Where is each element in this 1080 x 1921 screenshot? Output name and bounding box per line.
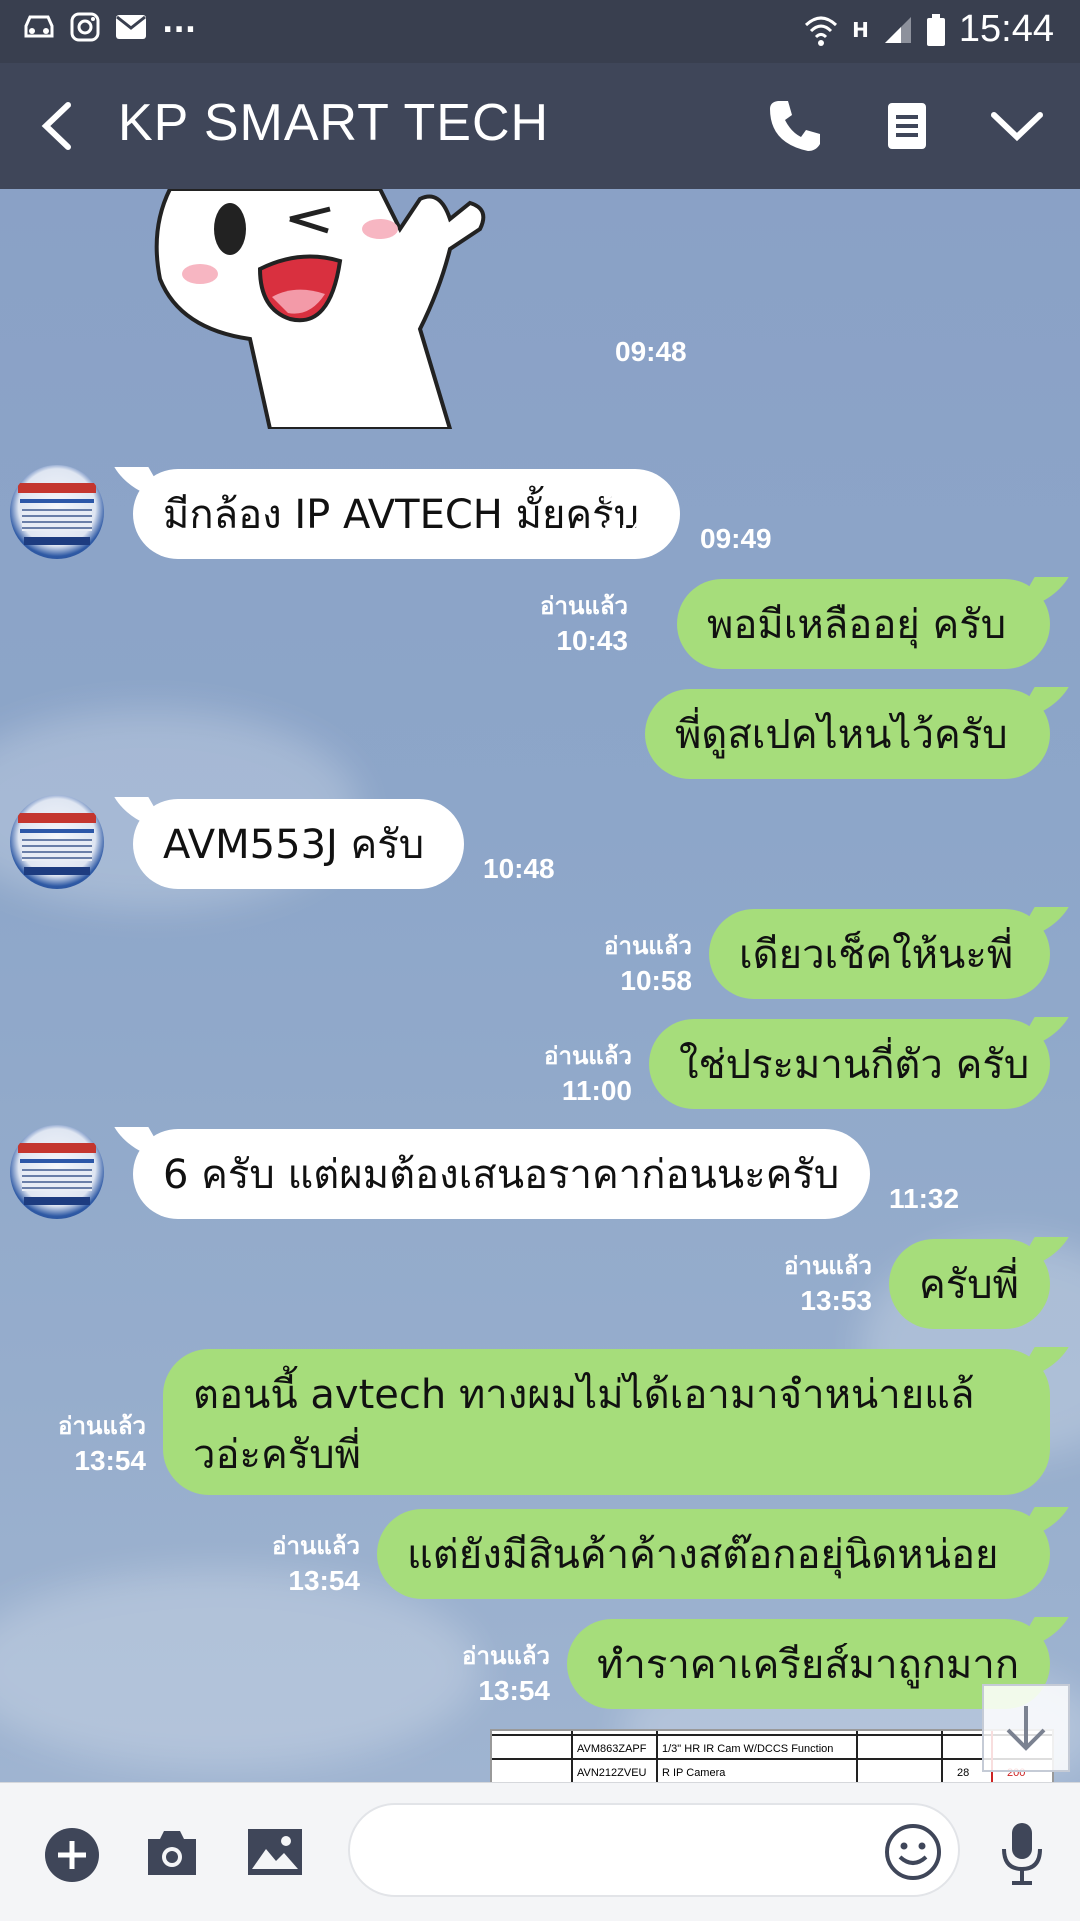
plus-icon[interactable] [44, 1827, 100, 1883]
table-cell: AVM863ZAPF [577, 1743, 647, 1755]
contact-avatar[interactable] [10, 1125, 104, 1219]
status-bar: ... H 15:44 [0, 0, 1080, 63]
instagram-icon [70, 12, 100, 42]
message-timestamp: 10:43 [556, 625, 628, 656]
scroll-to-bottom-button[interactable] [982, 1684, 1070, 1772]
read-receipt: อ่านแล้ว 10:58 [572, 930, 692, 998]
back-arrow-icon[interactable] [32, 99, 86, 153]
message-input-bar [0, 1782, 1080, 1921]
outgoing-message[interactable]: ทำราคาเครียส์มาถูกมาก [567, 1619, 1050, 1709]
system-status: H 15:44 [804, 8, 1054, 51]
message-timestamp: 13:54 [478, 1675, 550, 1706]
contact-avatar[interactable] [10, 795, 104, 889]
message-text: พอมีเหลืออยุ่ ครับ [707, 602, 1007, 648]
outgoing-message[interactable]: เดียวเช็คให้นะพี่ [709, 909, 1050, 999]
incoming-message[interactable]: AVM553J ครับ [133, 799, 464, 889]
message-timestamp: 09:49 [700, 523, 772, 554]
chat-header: KP SMART TECH [0, 63, 1080, 189]
read-label: อ่านแล้ว [784, 1253, 872, 1280]
arrow-down-icon [1006, 1706, 1046, 1751]
read-label: อ่านแล้ว [540, 593, 628, 620]
image-icon[interactable] [246, 1827, 304, 1877]
chevron-down-icon[interactable] [988, 97, 1046, 155]
read-receipt: อ่านแล้ว 13:53 [752, 1250, 872, 1318]
outgoing-message[interactable]: พี่ดูสเปคไหนไว้ครับ [645, 689, 1050, 779]
table-cell: AVN212ZVEU [577, 1767, 647, 1779]
car-icon [24, 15, 54, 38]
read-label: อ่านแล้ว [58, 1413, 146, 1440]
table-cell: R IP Camera [662, 1767, 726, 1779]
message-text: ครับพี่ [919, 1262, 1019, 1308]
read-receipt: อ่านแล้ว 10:43 [540, 479, 660, 547]
wifi-icon [805, 16, 838, 46]
battery-icon [926, 13, 945, 46]
clock: 15:44 [958, 8, 1054, 50]
message-text: แต่ยังมีสินค้าค้างสต๊อกอยุ่นิดหน่อย [407, 1532, 999, 1578]
read-label: อ่านแล้ว [604, 933, 692, 960]
message-text: ทำราคาเครียส์มาถูกมาก [597, 1642, 1020, 1688]
message-timestamp: 13:54 [288, 1565, 360, 1596]
message-text-line: วอ่ะครับพี่ [193, 1432, 361, 1478]
sticker-cony-waving[interactable] [150, 189, 510, 429]
camera-icon[interactable] [144, 1827, 200, 1879]
message-timestamp: 11:32 [889, 1183, 960, 1214]
message-timestamp: 10:58 [620, 965, 692, 996]
outgoing-message[interactable]: ตอนนี้ avtech ทางผมไม่ได้เอามาจำหน่ายแล้… [163, 1349, 1050, 1495]
message-text: ใช่ประมานกี่ตัว ครับ [679, 1042, 1030, 1088]
outgoing-message[interactable]: แต่ยังมีสินค้าค้างสต๊อกอยุ่นิดหน่อย [377, 1509, 1050, 1599]
incoming-message[interactable]: 6 ครับ แต่ผมต้องเสนอราคาก่อนนะครับ [133, 1129, 870, 1219]
read-receipt: อ่านแล้ว 10:43 [508, 590, 628, 658]
message-timestamp: 13:53 [800, 1285, 872, 1316]
table-cell: 28 [957, 1767, 969, 1779]
signal-icon [884, 16, 911, 43]
read-label: อ่านแล้ว [272, 1533, 360, 1560]
read-label: อ่านแล้ว [462, 1643, 550, 1670]
message-timestamp: 11:00 [561, 1075, 632, 1106]
message-timestamp: 13:54 [74, 1445, 146, 1476]
mail-icon [116, 15, 146, 39]
message-input[interactable] [348, 1803, 960, 1897]
outgoing-message[interactable]: ครับพี่ [889, 1239, 1050, 1329]
phone-icon[interactable] [766, 97, 824, 155]
more-notifications: ... [162, 5, 197, 40]
message-timestamp: 10:48 [483, 853, 555, 884]
microphone-icon[interactable] [998, 1821, 1046, 1887]
contact-avatar[interactable] [10, 465, 104, 559]
message-timestamp: 10:43 [588, 514, 660, 545]
outgoing-message[interactable]: พอมีเหลืออยุ่ ครับ [677, 579, 1050, 669]
notification-icons: ... [22, 8, 196, 42]
read-receipt: อ่านแล้ว 11:00 [512, 1040, 632, 1108]
message-text: พี่ดูสเปคไหนไว้ครับ [675, 712, 1008, 758]
sticker-timestamp: 09:48 [615, 336, 687, 367]
read-label: อ่านแล้ว [544, 1043, 632, 1070]
read-receipt: อ่านแล้ว 13:54 [26, 1410, 146, 1478]
read-receipt: อ่านแล้ว 13:54 [240, 1530, 360, 1598]
chat-title: KP SMART TECH [118, 94, 550, 152]
message-text-line: ตอนนี้ avtech ทางผมไม่ได้เอามาจำหน่ายแล้ [193, 1372, 975, 1418]
network-type: H [852, 17, 869, 42]
background-cloud [0, 1569, 480, 1769]
message-text: AVM553J ครับ [163, 822, 425, 868]
table-cell: 1/3" HR IR Cam W/DCCS Function [662, 1743, 833, 1755]
read-receipt: อ่านแล้ว 13:54 [430, 1640, 550, 1708]
notes-icon[interactable] [878, 97, 936, 155]
outgoing-message[interactable]: ใช่ประมานกี่ตัว ครับ [649, 1019, 1050, 1109]
message-text: 6 ครับ แต่ผมต้องเสนอราคาก่อนนะครับ [163, 1152, 840, 1198]
emoji-icon[interactable] [884, 1823, 942, 1881]
read-label: อ่านแล้ว [572, 482, 660, 509]
message-text: เดียวเช็คให้นะพี่ [739, 932, 1014, 978]
chat-area[interactable]: 09:48 มีกล้อง IP AVTECH มั้ยครับ 09:49 อ… [0, 189, 1080, 1782]
price-table-image: AVM863ZAPF 1/3" HR IR Cam W/DCCS Functio… [492, 1731, 1052, 1782]
image-message-preview[interactable]: AVM863ZAPF 1/3" HR IR Cam W/DCCS Functio… [490, 1729, 1054, 1782]
